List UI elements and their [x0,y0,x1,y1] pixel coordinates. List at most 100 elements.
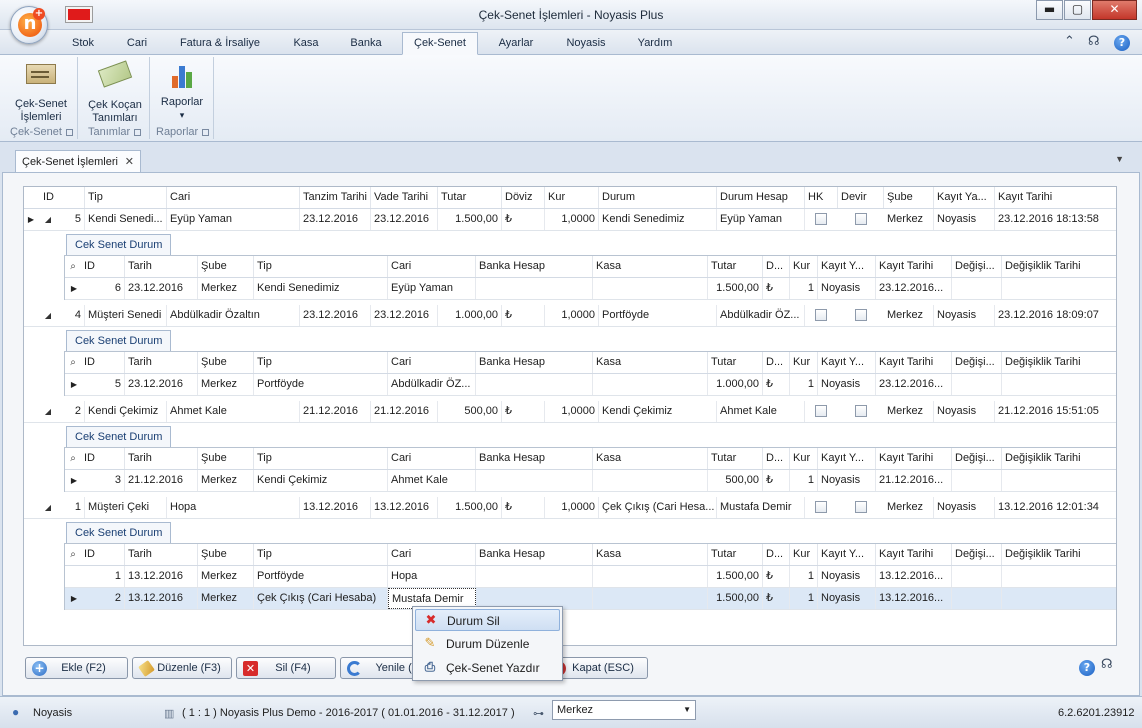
detail-column-header[interactable]: ID [81,256,125,277]
collapse-ribbon-icon[interactable]: ⌃ [1064,34,1075,49]
detail-column-header[interactable]: Değişiklik Tarihi [1002,448,1116,469]
detail-grid[interactable]: ⌕ ID Tarih Şube Tip Cari Banka Hesap Kasa Tutar D… [64,447,1116,492]
detail-column-header[interactable]: Tip [254,256,388,277]
column-header[interactable]: Tutar [438,187,502,208]
tab-ayarlar[interactable]: Ayarlar [488,35,544,55]
detail-column-header[interactable]: Kayıt Tarihi [876,256,952,277]
close-tab-icon[interactable]: ✕ [125,151,134,173]
detail-column-header[interactable]: Cari [388,448,476,469]
detail-column-header[interactable]: D... [763,544,790,565]
detail-column-header[interactable]: Tarih [125,448,198,469]
raporlar-button[interactable]: Raporlar ▾ [156,60,208,122]
column-header[interactable]: Kayıt Tarihi [995,187,1116,208]
tab-noyasis[interactable]: Noyasis [556,35,616,55]
detail-column-header[interactable]: Şube [198,448,254,469]
search-icon[interactable]: ⌕ [67,448,79,469]
detail-column-header[interactable]: Banka Hesap [476,256,593,277]
help-icon[interactable]: ? [1079,660,1095,676]
detail-column-header[interactable]: Şube [198,256,254,277]
detail-column-header[interactable]: Kayıt Y... [818,352,876,373]
detail-column-header[interactable]: Kayıt Y... [818,544,876,565]
delete-button[interactable]: ✕ Sil (F4) [236,657,336,679]
add-button[interactable]: + Ekle (F2) [25,657,128,679]
menu-item-cek-senet-yazdir[interactable]: ⎙ Çek-Senet Yazdır [415,657,560,679]
menu-item-durum-sil[interactable]: ✖ Durum Sil [415,609,560,631]
column-header[interactable]: Tip [85,187,167,208]
edit-button[interactable]: Düzenle (F3) [132,657,232,679]
detail-row[interactable]: 1 13.12.2016 Merkez Portföyde Hopa 1.500,00 ₺ 1… [65,566,1116,588]
column-header[interactable]: Devir [838,187,884,208]
table-row[interactable]: ▶ ◢ 5 Kendi Senedi... Eyüp Yaman 23.12.2016 23… [24,209,1116,231]
branch-select[interactable]: Merkez ▼ [552,700,696,720]
detail-column-header[interactable]: Kur [790,256,818,277]
detail-column-header[interactable]: D... [763,448,790,469]
tab-cek-senet[interactable]: Çek-Senet [402,32,478,55]
detail-grid[interactable]: ⌕ ID Tarih Şube Tip Cari Banka Hesap Kasa Tutar D… [64,351,1116,396]
detail-grid[interactable]: ⌕ ID Tarih Şube Tip Cari Banka Hesap Kasa Tutar D… [64,543,1116,610]
detail-column-header[interactable]: Tutar [708,352,763,373]
detail-row[interactable]: ▶ 5 23.12.2016 Merkez Portföyde Abdülkadir ÖZ… [65,374,1116,396]
column-header[interactable]: HK [805,187,838,208]
support-headset-icon[interactable]: ☊ [1101,657,1113,672]
column-header[interactable]: Döviz [502,187,545,208]
cek-senet-grid[interactable]: ID Tip Cari Tanzim Tarihi Vade Tarihi Tutar Dö… [23,186,1117,646]
detail-column-header[interactable]: Tip [254,544,388,565]
detail-column-header[interactable]: Banka Hesap [476,544,593,565]
column-header[interactable]: Durum Hesap [717,187,805,208]
detail-column-header[interactable]: Değişi... [952,544,1002,565]
dialog-launcher-icon[interactable] [65,128,73,136]
hk-checkbox[interactable] [815,405,827,417]
detail-column-header[interactable]: Tip [254,448,388,469]
column-header[interactable]: Şube [884,187,934,208]
detail-column-header[interactable]: Kasa [593,256,708,277]
document-tab[interactable]: Çek-Senet İşlemleri ✕ [15,150,141,173]
detail-column-header[interactable]: Değişiklik Tarihi [1002,256,1116,277]
detail-column-header[interactable]: Cari [388,256,476,277]
detail-row[interactable]: ▶ 2 13.12.2016 Merkez Çek Çıkış (Cari Hesaba… [65,588,1116,610]
column-header[interactable]: Kur [545,187,599,208]
detail-column-header[interactable]: Kasa [593,448,708,469]
table-row[interactable]: ◢ 1 Müşteri Çeki Hopa 13.12.2016 13.12.2016 1.… [24,497,1116,519]
detail-column-header[interactable]: Şube [198,544,254,565]
detail-tab-cek-senet-durum[interactable]: Cek Senet Durum [66,234,172,255]
detail-column-header[interactable]: Banka Hesap [476,448,593,469]
detail-column-header[interactable]: Kur [790,448,818,469]
search-icon[interactable]: ⌕ [67,352,79,373]
tab-fatura-irsaliye[interactable]: Fatura & İrsaliye [172,35,268,55]
detail-column-header[interactable]: Tip [254,352,388,373]
support-headset-icon[interactable]: ☊ [1088,34,1100,49]
devir-checkbox[interactable] [855,405,867,417]
detail-column-header[interactable]: Değişiklik Tarihi [1002,544,1116,565]
dialog-launcher-icon[interactable] [134,128,142,136]
detail-column-header[interactable]: Kayıt Y... [818,256,876,277]
detail-column-header[interactable]: Değişi... [952,352,1002,373]
table-row[interactable]: ◢ 4 Müşteri Senedi Abdülkadir Özaltın 23.12.… [24,305,1116,327]
detail-column-header[interactable]: Değişi... [952,256,1002,277]
detail-tab-cek-senet-durum[interactable]: Cek Senet Durum [66,522,172,543]
tab-yardim[interactable]: Yardım [628,35,682,55]
detail-tab-cek-senet-durum[interactable]: Cek Senet Durum [66,426,172,447]
detail-column-header[interactable]: Kayıt Tarihi [876,352,952,373]
detail-column-header[interactable]: Tarih [125,256,198,277]
hk-checkbox[interactable] [815,213,827,225]
tab-kasa[interactable]: Kasa [282,35,330,55]
detail-column-header[interactable]: D... [763,352,790,373]
detail-column-header[interactable]: Tutar [708,256,763,277]
detail-column-header[interactable]: Değişiklik Tarihi [1002,352,1116,373]
detail-column-header[interactable]: Kasa [593,544,708,565]
detail-column-header[interactable]: Tutar [708,448,763,469]
devir-checkbox[interactable] [855,501,867,513]
tab-cari[interactable]: Cari [118,35,156,55]
detail-column-header[interactable]: Banka Hesap [476,352,593,373]
maximize-button[interactable]: ▢ [1064,0,1091,20]
table-row[interactable]: ◢ 2 Kendi Çekimiz Ahmet Kale 21.12.2016 21.12… [24,401,1116,423]
hk-checkbox[interactable] [815,309,827,321]
detail-column-header[interactable]: ID [81,448,125,469]
detail-column-header[interactable]: Şube [198,352,254,373]
menu-item-durum-duzenle[interactable]: ✎ Durum Düzenle [415,633,560,655]
detail-column-header[interactable]: Kur [790,544,818,565]
column-header[interactable]: Cari [167,187,300,208]
detail-column-header[interactable]: ID [81,352,125,373]
column-header[interactable]: Tanzim Tarihi [300,187,371,208]
detail-grid[interactable]: ⌕ ID Tarih Şube Tip Cari Banka Hesap Kasa Tutar D… [64,255,1116,300]
